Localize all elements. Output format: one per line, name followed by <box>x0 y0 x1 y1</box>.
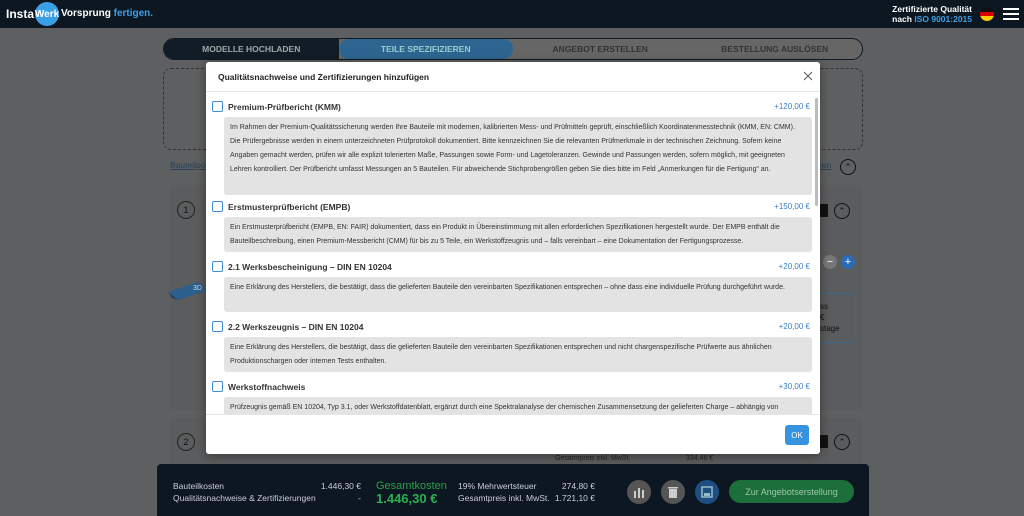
logo-text-werk: Werk <box>35 2 59 26</box>
option-description: Ein Erstmusterprüfbericht (EMPB, EN: FAI… <box>224 217 812 252</box>
scrollbar-thumb[interactable] <box>815 98 818 206</box>
close-icon[interactable] <box>801 69 815 83</box>
chevron-up-icon[interactable]: ⌃ <box>840 159 856 175</box>
option-title: Werkstoffnachweis <box>228 382 306 392</box>
step-create-quote[interactable]: ANGEBOT ERSTELLEN <box>513 39 688 59</box>
option-price: +20,00 € <box>778 262 810 271</box>
partial-gross-label: Gesamtpreis inkl. MwSt. <box>555 455 631 462</box>
save-disk-icon <box>701 486 713 498</box>
trash-icon[interactable] <box>820 204 828 217</box>
german-flag-icon[interactable] <box>980 7 994 21</box>
parts-cost-label: Bauteilkosten <box>173 481 225 491</box>
option-price: +120,00 € <box>774 102 810 111</box>
total-cost-value: 1.446,30 € <box>376 491 438 506</box>
chart-button[interactable] <box>627 480 651 504</box>
checkout-steps: MODELLE HOCHLADEN TEILE SPEZIFIZIEREN AN… <box>163 38 863 60</box>
parts-cost-value: 1.446,30 € <box>320 481 361 491</box>
model-3d-tag: 3D <box>193 285 202 292</box>
cert-line1: Zertifizierte Qualität <box>892 4 972 14</box>
gross-price-value: 1.721,10 € <box>554 493 595 503</box>
top-navigation-bar: Insta Werk Vorsprung fertigen. Zertifizi… <box>0 0 1024 28</box>
hamburger-menu-icon[interactable] <box>1003 8 1019 20</box>
option-title: Erstmusterprüfbericht (EMPB) <box>228 202 351 212</box>
premium-report-checkbox[interactable] <box>212 101 223 112</box>
model-preview-icon[interactable] <box>168 280 210 300</box>
chevron-up-icon[interactable]: ⌃ <box>834 434 850 450</box>
cert-iso: ISO 9001:2015 <box>914 14 972 24</box>
option-title: Premium-Prüfbericht (KMM) <box>228 102 341 112</box>
price-summary-bar: Bauteilkosten 1.446,30 € Qualitätsnachwe… <box>157 464 869 516</box>
chevron-up-icon[interactable]: ⌃ <box>834 203 850 219</box>
modal-header: Qualitätsnachweise und Zertifizierungen … <box>206 62 820 92</box>
delete-button[interactable] <box>661 480 685 504</box>
ok-button[interactable]: OK <box>785 425 809 445</box>
logo-text-insta: Insta <box>6 7 35 21</box>
instawerk-logo[interactable]: Insta Werk <box>6 2 59 26</box>
quality-cost-value: - <box>358 493 361 503</box>
modal-title: Qualitätsnachweise und Zertifizierungen … <box>218 72 430 82</box>
side-box-line3: stage <box>820 324 840 333</box>
create-quote-button[interactable]: Zur Angebotserstellung <box>729 480 854 503</box>
save-button[interactable] <box>695 480 719 504</box>
material-certificate-checkbox[interactable] <box>212 381 223 392</box>
shipping-info-box: ss € stage <box>818 293 856 343</box>
option-header: 2.1 Werksbescheinigung – DIN EN 10204 +2… <box>212 260 812 274</box>
option-price: +30,00 € <box>778 382 810 391</box>
modal-scrollbar[interactable] <box>815 98 819 408</box>
part-number-badge: 1 <box>177 201 195 219</box>
factory-certificate-2-2-checkbox[interactable] <box>212 321 223 332</box>
option-header: Premium-Prüfbericht (KMM) +120,00 € <box>212 100 812 114</box>
modal-body: Premium-Prüfbericht (KMM) +120,00 € Im R… <box>206 93 820 414</box>
certification-note: Zertifizierte Qualität nach ISO 9001:201… <box>892 4 972 24</box>
side-box-line1: ss <box>820 302 828 311</box>
option-description: Im Rahmen der Premium-Qualitätssicherung… <box>224 117 812 195</box>
option-price: +20,00 € <box>778 322 810 331</box>
vat-label: 19% Mehrwertsteuer <box>458 481 537 491</box>
option-description: Prüfzeugnis gemäß EN 10204, Typ 3.1, ode… <box>224 397 812 414</box>
part-position-link[interactable]: Bauteilpo <box>170 160 205 170</box>
quality-cost-label: Qualitätsnachweise & Zertifizierungen <box>173 493 316 503</box>
vat-value: 274,80 € <box>561 481 595 491</box>
part-number-badge: 2 <box>177 433 195 451</box>
partial-gross-value: 334,46 € <box>686 455 714 462</box>
trash-icon[interactable] <box>820 435 828 448</box>
quantity-decrease-button[interactable]: − <box>823 255 837 269</box>
gross-price-label: Gesamtpreis inkl. MwSt. <box>458 493 550 503</box>
step-upload-models[interactable]: MODELLE HOCHLADEN <box>164 39 339 59</box>
side-box-line2: € <box>820 313 825 322</box>
factory-certificate-2-1-checkbox[interactable] <box>212 261 223 272</box>
option-title: 2.1 Werksbescheinigung – DIN EN 10204 <box>228 262 392 272</box>
slogan: Vorsprung fertigen. <box>61 8 153 19</box>
first-article-checkbox[interactable] <box>212 201 223 212</box>
step-specify-parts[interactable]: TEILE SPEZIFIZIEREN <box>338 39 513 59</box>
quality-certificates-modal: Qualitätsnachweise und Zertifizierungen … <box>206 62 820 454</box>
modal-footer: OK <box>206 414 820 454</box>
option-header: Erstmusterprüfbericht (EMPB) +150,00 € <box>212 200 812 214</box>
cert-line2-prefix: nach <box>892 14 912 24</box>
option-title: 2.2 Werkszeugnis – DIN EN 10204 <box>228 322 364 332</box>
collapse-all-link[interactable]: ren <box>819 160 831 170</box>
option-description: Eine Erklärung des Herstellers, die best… <box>224 277 812 312</box>
quantity-increase-button[interactable]: + <box>841 255 855 269</box>
step-place-order[interactable]: BESTELLUNG AUSLÖSEN <box>688 39 863 59</box>
option-price: +150,00 € <box>774 202 810 211</box>
slogan-prefix: Vorsprung <box>61 8 111 19</box>
option-header: 2.2 Werkszeugnis – DIN EN 10204 +20,00 € <box>212 320 812 334</box>
option-description: Eine Erklärung des Herstellers, die best… <box>224 337 812 372</box>
option-header: Werkstoffnachweis +30,00 € <box>212 380 812 394</box>
trash-icon <box>668 487 678 498</box>
slogan-suffix: fertigen. <box>113 8 154 19</box>
bar-chart-icon <box>634 488 644 498</box>
